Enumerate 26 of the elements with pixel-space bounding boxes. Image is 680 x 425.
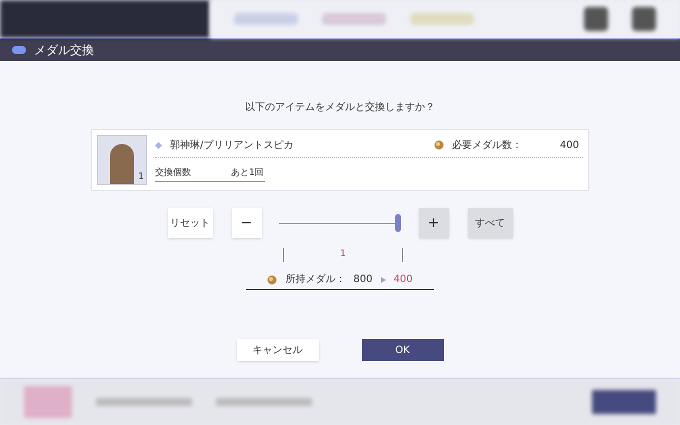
exchange-label: 交換個数 bbox=[155, 166, 191, 180]
all-button[interactable]: すべて bbox=[468, 208, 512, 238]
prompt-text: 以下のアイテムをメダルと交換しますか？ bbox=[245, 100, 435, 115]
diamond-icon bbox=[155, 142, 162, 149]
medal-icon bbox=[267, 274, 278, 284]
item-count: 1 bbox=[138, 170, 145, 184]
cost-label: 必要メダル数： bbox=[452, 138, 522, 153]
cancel-button[interactable]: キャンセル bbox=[236, 339, 318, 361]
minus-button[interactable]: − bbox=[232, 208, 262, 238]
ok-button[interactable]: OK bbox=[362, 339, 444, 361]
balance-current: 800 bbox=[353, 273, 372, 287]
medal-icon bbox=[434, 140, 444, 150]
triangle-icon bbox=[380, 276, 386, 282]
balance-after: 400 bbox=[394, 273, 413, 287]
pill-icon bbox=[12, 46, 26, 54]
slider-track[interactable] bbox=[278, 216, 400, 230]
dialog-title: メダル交換 bbox=[34, 42, 94, 59]
reset-button[interactable]: リセット bbox=[168, 208, 212, 238]
balance-label: 所持メダル： bbox=[285, 272, 346, 287]
avatar-figure bbox=[110, 144, 134, 184]
quantity-field[interactable]: 1 bbox=[283, 248, 403, 262]
remaining-text: あと1回 bbox=[231, 166, 264, 180]
slider-handle[interactable] bbox=[394, 214, 400, 232]
item-name: 郭神琳/ブリリアントスピカ bbox=[170, 138, 294, 153]
cost-value: 400 bbox=[560, 138, 580, 153]
plus-button[interactable]: + bbox=[418, 208, 448, 238]
